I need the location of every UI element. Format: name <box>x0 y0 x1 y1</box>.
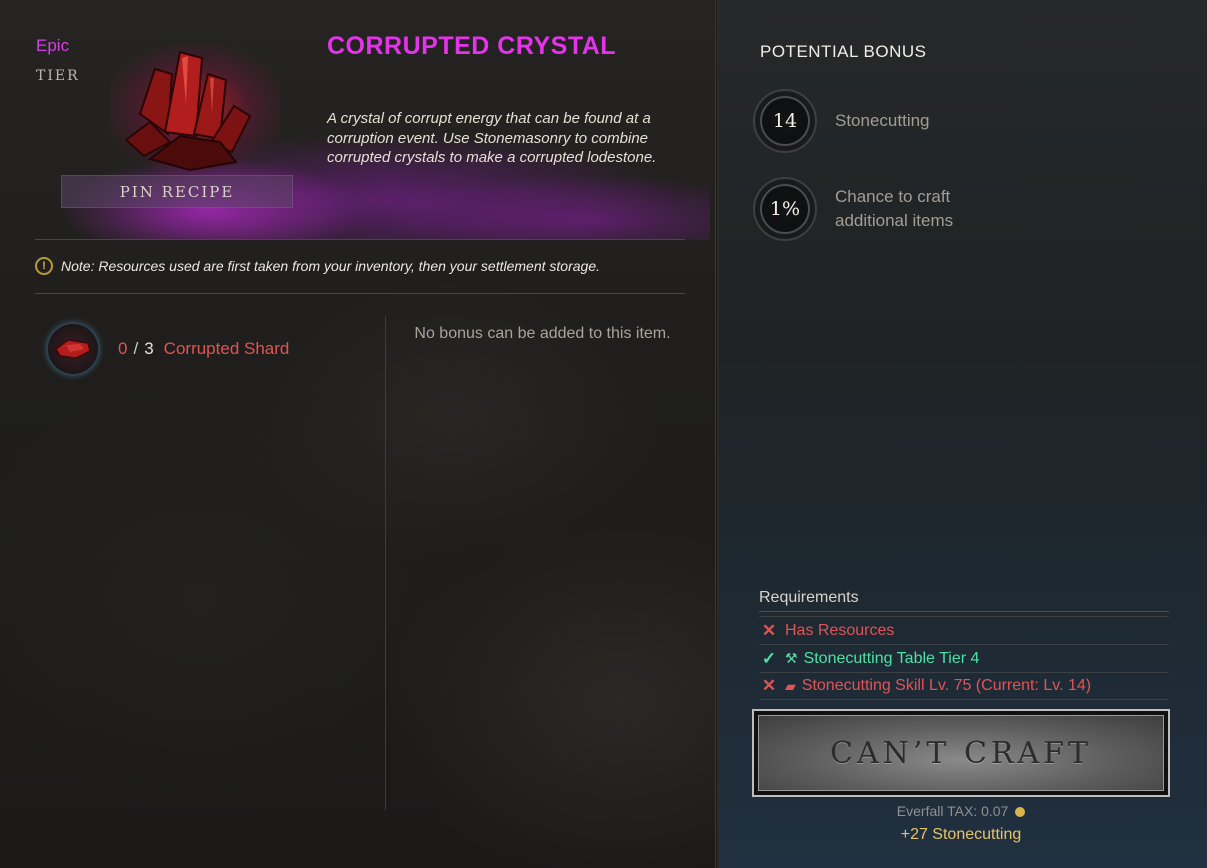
resource-row[interactable]: 0 / 3 Corrupted Shard <box>46 322 289 376</box>
item-title: CORRUPTED CRYSTAL <box>327 32 617 60</box>
stonecutting-bonus-label: Stonecutting <box>835 111 930 130</box>
tax-label: Everfall TAX: <box>896 803 978 819</box>
column-divider <box>385 316 386 810</box>
stonecutting-bonus-badge: 14 <box>753 89 817 153</box>
resource-have: 0 <box>118 339 128 358</box>
craft-button[interactable]: CAN’T CRAFT <box>752 709 1170 797</box>
requirement-text: Has Resources <box>785 621 895 639</box>
requirement-skill-level: ✕ ▰ Stonecutting Skill Lv. 75 (Current: … <box>759 672 1169 700</box>
requirement-text: Stonecutting Table Tier 4 <box>803 649 980 667</box>
resource-note: ! Note: Resources used are first taken f… <box>35 257 600 275</box>
item-description: A crystal of corrupt energy that can be … <box>327 110 657 166</box>
corrupted-shard-icon <box>46 322 100 376</box>
warning-icon: ! <box>35 257 53 275</box>
potential-bonus-title: POTENTIAL BONUS <box>760 42 927 61</box>
skill-icon: ▰ <box>785 677 796 694</box>
item-rarity: Epic <box>36 36 70 55</box>
resource-separator: / <box>133 339 139 358</box>
no-bonus-message: No bonus can be added to this item. <box>414 325 671 342</box>
tax-value: 0.07 <box>981 803 1009 819</box>
divider <box>759 611 1169 612</box>
note-text: Note: Resources used are first taken fro… <box>61 258 600 274</box>
resource-name: Corrupted Shard <box>163 339 290 358</box>
requirement-crafting-station: ✓ ⚒ Stonecutting Table Tier 4 <box>759 644 1169 672</box>
coin-icon <box>1015 807 1026 818</box>
extra-items-bonus-badge: 1% <box>753 177 817 241</box>
pin-recipe-button[interactable]: PIN RECIPE <box>61 175 293 208</box>
close-icon: ✕ <box>761 620 777 640</box>
divider <box>35 239 685 240</box>
requirement-has-resources: ✕ Has Resources <box>759 616 1169 644</box>
xp-reward: +27 Stonecutting <box>900 826 1022 843</box>
divider <box>35 293 685 294</box>
hammer-icon: ⚒ <box>785 650 798 666</box>
resource-quantity: 0 / 3 Corrupted Shard <box>118 339 289 359</box>
item-tier-label: TIER <box>36 68 80 84</box>
requirements-title: Requirements <box>759 589 859 606</box>
corrupted-crystal-icon <box>110 44 280 174</box>
extra-items-bonus-label: Chance to craft additional items <box>835 187 954 230</box>
tax-info: Everfall TAX: 0.07 <box>760 803 1162 819</box>
check-icon: ✓ <box>761 648 777 668</box>
requirement-text: Stonecutting Skill Lv. 75 (Current: Lv. … <box>801 677 1092 694</box>
craft-button-label: CAN’T CRAFT <box>758 715 1164 791</box>
resource-need: 3 <box>144 339 154 358</box>
close-icon: ✕ <box>761 676 777 695</box>
